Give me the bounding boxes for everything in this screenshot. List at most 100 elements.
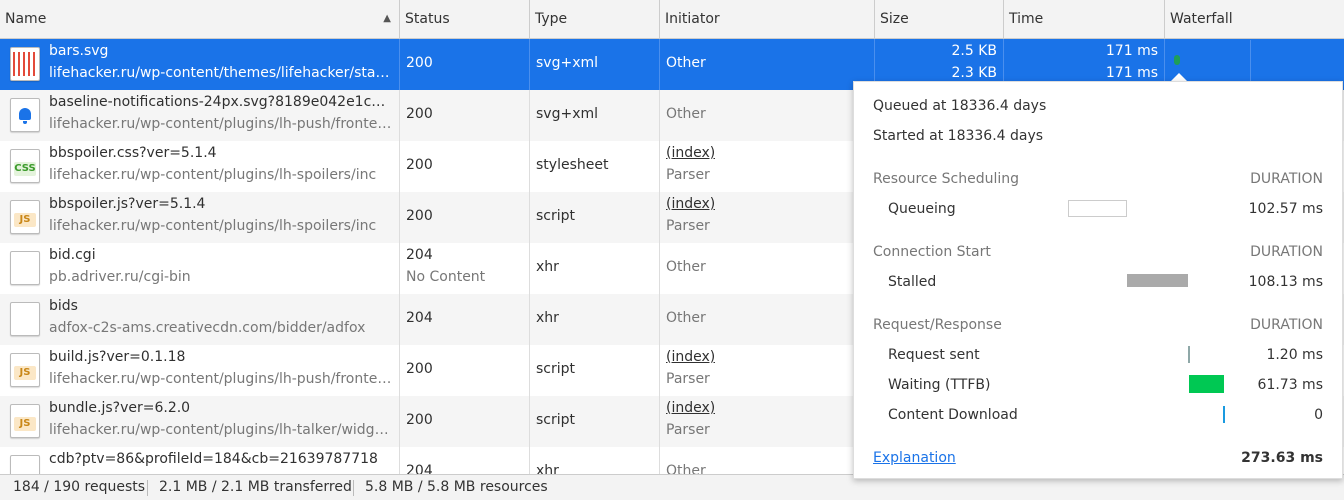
initiator: Other	[666, 55, 706, 71]
explanation-link[interactable]: Explanation	[873, 450, 956, 466]
column-header-waterfall[interactable]: Waterfall	[1165, 0, 1344, 38]
request-name: bbspoiler.css?ver=5.1.4	[49, 145, 217, 161]
size-transferred: 2.5 KB	[951, 43, 998, 59]
request-path: pb.adriver.ru/cgi-bin	[49, 269, 191, 285]
bell-icon	[10, 98, 40, 132]
initiator-sub: Parser	[666, 422, 710, 438]
sort-ascending-icon: ▲	[383, 13, 391, 24]
request-name: build.js?ver=0.1.18	[49, 349, 186, 365]
duration-header: DURATION	[1250, 317, 1323, 333]
request-name: bid.cgi	[49, 247, 96, 263]
timing-label-request-sent: Request sent	[888, 347, 980, 363]
request-path: lifehacker.ru/wp-content/plugins/lh-talk…	[49, 422, 394, 438]
resources-size: 5.8 MB / 5.8 MB resources	[365, 479, 548, 495]
status-code: 200	[406, 361, 433, 377]
column-header-status[interactable]: Status	[400, 0, 530, 38]
status-code: 200	[406, 157, 433, 173]
status-code: 200	[406, 106, 433, 122]
js-file-icon: JS	[10, 353, 40, 387]
timing-value-stalled: 108.13 ms	[1248, 274, 1323, 290]
initiator-sub: Parser	[666, 371, 710, 387]
timing-value-content-download: 0	[1314, 407, 1323, 423]
initiator-link[interactable]: (index)	[666, 196, 715, 212]
section-title: Request/Response	[873, 317, 1002, 333]
resource-type: stylesheet	[536, 157, 609, 173]
request-count: 184 / 190 requests	[13, 479, 146, 495]
js-file-icon: JS	[10, 200, 40, 234]
time-total: 171 ms	[1105, 43, 1158, 59]
started-at: Started at 18336.4 days	[873, 128, 1044, 144]
timing-label-queueing: Queueing	[888, 201, 956, 217]
resource-type: svg+xml	[536, 106, 599, 122]
column-header-type[interactable]: Type	[530, 0, 660, 38]
js-file-icon: JS	[10, 404, 40, 438]
initiator: Other	[666, 463, 706, 474]
waterfall-bar[interactable]	[1174, 55, 1180, 65]
request-name: bids	[49, 298, 78, 314]
initiator-link[interactable]: (index)	[666, 145, 715, 161]
initiator: Other	[666, 310, 706, 326]
request-name: cdb?ptv=86&profileId=184&cb=21639787718	[49, 451, 378, 467]
blank-file-icon	[10, 302, 40, 336]
resource-type: script	[536, 361, 576, 377]
request-path: lifehacker.ru/wp-content/themes/lifehack…	[49, 65, 394, 81]
timing-label-content-download: Content Download	[888, 407, 1018, 423]
size-resource: 2.3 KB	[951, 65, 998, 81]
column-header-initiator[interactable]: Initiator	[660, 0, 875, 38]
column-name-label: Name	[5, 11, 47, 27]
request-path: lifehacker.ru/wp-content/plugins/lh-spoi…	[49, 218, 377, 234]
status-text: No Content	[406, 269, 486, 285]
request-name: bundle.js?ver=6.2.0	[49, 400, 191, 416]
status-code: 200	[406, 208, 433, 224]
status-code: 200	[406, 55, 433, 71]
initiator-sub: Parser	[666, 167, 710, 183]
request-name: bars.svg	[49, 43, 109, 59]
column-header-time[interactable]: Time	[1004, 0, 1165, 38]
blank-file-icon	[10, 455, 40, 474]
timing-value-waiting: 61.73 ms	[1257, 377, 1323, 393]
waiting-bar	[1189, 375, 1224, 393]
request-path: adfox-c2s-ams.creativecdn.com/bidder/adf…	[49, 320, 366, 336]
resource-type: xhr	[536, 463, 559, 474]
table-header: Name ▲ Status Type Initiator Size Time W…	[0, 0, 1344, 39]
content-download-bar	[1223, 406, 1225, 423]
duration-header: DURATION	[1250, 171, 1323, 187]
resource-type: script	[536, 412, 576, 428]
initiator: Other	[666, 259, 706, 275]
transferred-size: 2.1 MB / 2.1 MB transferred	[159, 479, 352, 495]
request-name: baseline-notifications-24px.svg?8189e042…	[49, 94, 394, 110]
stalled-bar	[1127, 274, 1188, 287]
timing-value-queueing: 102.57 ms	[1248, 201, 1323, 217]
section-title: Connection Start	[873, 244, 991, 260]
column-header-size[interactable]: Size	[875, 0, 1004, 38]
column-header-name[interactable]: Name ▲	[0, 0, 400, 38]
request-path: lifehacker.ru/wp-content/plugins/lh-push…	[49, 371, 394, 387]
queued-at: Queued at 18336.4 days	[873, 98, 1047, 114]
status-code: 200	[406, 412, 433, 428]
css-file-icon: CSS	[10, 149, 40, 183]
resource-type: script	[536, 208, 576, 224]
request-sent-bar	[1188, 346, 1190, 363]
resource-type: svg+xml	[536, 55, 599, 71]
initiator-link[interactable]: (index)	[666, 400, 715, 416]
status-code: 204	[406, 247, 433, 263]
initiator-link[interactable]: (index)	[666, 349, 715, 365]
timing-label-waiting: Waiting (TTFB)	[888, 377, 991, 393]
request-path: lifehacker.ru/wp-content/plugins/lh-spoi…	[49, 167, 377, 183]
duration-header: DURATION	[1250, 244, 1323, 260]
total-duration: 273.63 ms	[1241, 450, 1323, 466]
timing-value-request-sent: 1.20 ms	[1266, 347, 1323, 363]
timing-label-stalled: Stalled	[888, 274, 937, 290]
svg-bars-icon	[10, 47, 40, 81]
timing-popup: Queued at 18336.4 days Started at 18336.…	[853, 81, 1343, 479]
section-title: Resource Scheduling	[873, 171, 1020, 187]
initiator: Other	[666, 106, 706, 122]
initiator-sub: Parser	[666, 218, 710, 234]
resource-type: xhr	[536, 310, 559, 326]
request-path: lifehacker.ru/wp-content/plugins/lh-push…	[49, 116, 394, 132]
queueing-bar	[1068, 200, 1127, 217]
resource-type: xhr	[536, 259, 559, 275]
blank-file-icon	[10, 251, 40, 285]
status-code: 204	[406, 463, 433, 474]
status-code: 204	[406, 310, 433, 326]
